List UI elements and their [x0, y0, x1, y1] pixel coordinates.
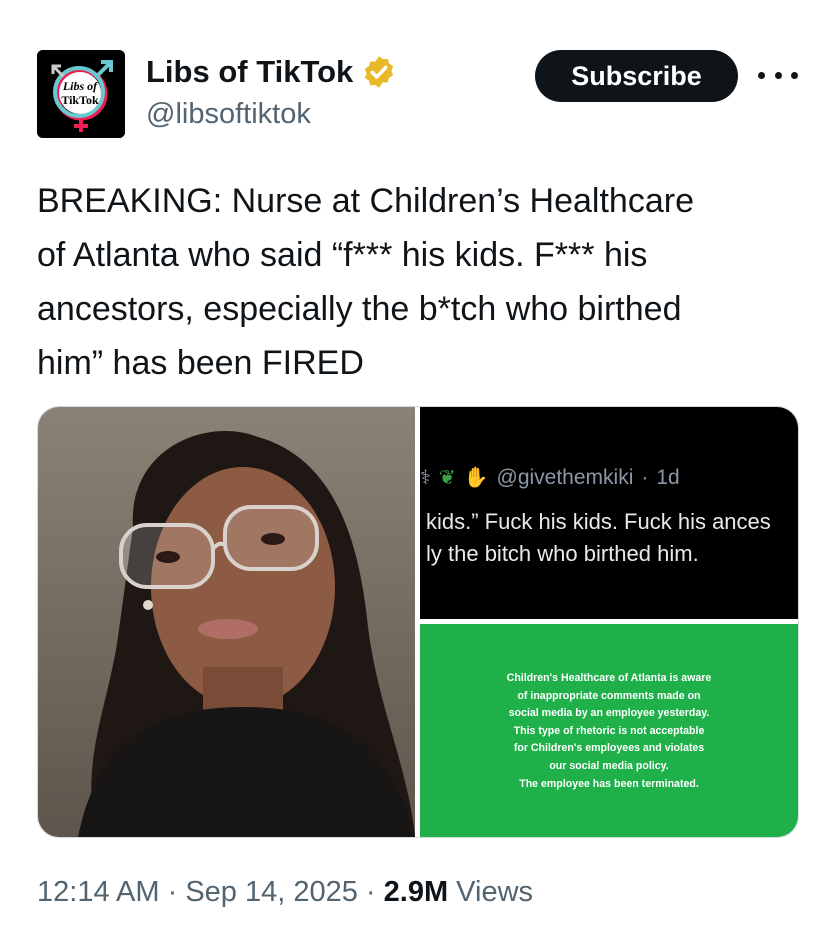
tweet-text: BREAKING: Nurse at Children’s Healthcare… [37, 182, 694, 382]
more-dot [791, 71, 798, 79]
screenshot-dot: · [641, 465, 649, 489]
logo-text-line1: Libs of [62, 79, 98, 93]
screenshot-handle: @givethemkiki [496, 465, 634, 489]
media-photo[interactable] [38, 407, 415, 837]
screenshot-header: ⚕ ❦ ✋ @givethemkiki · 1d [420, 465, 680, 490]
hamsa-icon: ✋ [463, 467, 489, 489]
meta-separator: · [357, 876, 384, 908]
tweet-meta: 12:14 AM · Sep 14, 2025 · 2.9M Views [37, 876, 533, 909]
more-dot [758, 71, 765, 79]
seedling-icon: ❦ [438, 467, 456, 489]
screenshot-line-2: ly the bitch who birthed him. [426, 541, 699, 566]
more-horizontal-icon[interactable] [758, 60, 798, 90]
display-name[interactable]: Libs of TikTok [146, 54, 397, 90]
handle[interactable]: @libsoftiktok [146, 98, 311, 131]
logo-text-line2: TikTok [61, 93, 99, 107]
statement-image[interactable]: Children's Healthcare of Atlanta is awar… [420, 624, 798, 837]
screenshot-line-1: kids.” Fuck his kids. Fuck his ances [426, 509, 771, 534]
verified-badge-icon[interactable] [361, 54, 397, 90]
libs-of-tiktok-logo: Libs of TikTok [37, 50, 125, 138]
views-count: 2.9M [383, 876, 449, 908]
tweet-date[interactable]: Sep 14, 2025 [185, 876, 358, 908]
views-label: Views [448, 876, 534, 908]
avatar[interactable]: Libs of TikTok [37, 50, 125, 138]
person-photo [38, 407, 415, 837]
more-dot [774, 71, 782, 79]
media-grid[interactable]: ⚕ ❦ ✋ @givethemkiki · 1d kids.” Fuck his k… [37, 406, 799, 838]
subscribe-button[interactable]: Subscribe [535, 50, 738, 102]
tweet-screenshot-image[interactable]: ⚕ ❦ ✋ @givethemkiki · 1d kids.” Fuck his k… [420, 407, 798, 619]
stethoscope-icon: ⚕ [420, 467, 431, 489]
display-name-text[interactable]: Libs of TikTok [146, 54, 353, 90]
meta-separator: · [159, 876, 186, 908]
screenshot-age: 1d [656, 465, 680, 489]
statement-text: Children's Healthcare of Atlanta is awar… [506, 672, 712, 790]
tweet-time[interactable]: 12:14 AM [37, 876, 160, 908]
